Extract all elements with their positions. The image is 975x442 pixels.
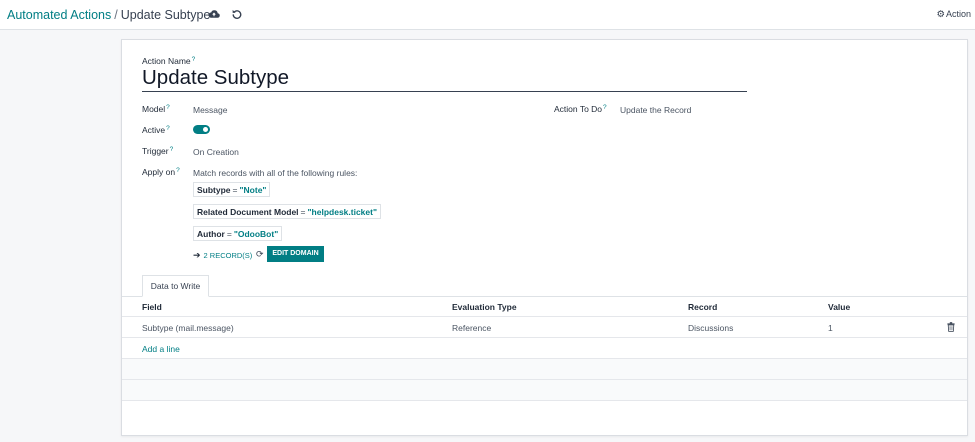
domain-rule-subtype[interactable]: Subtype = "Note" [193, 182, 271, 197]
empty-table-row [122, 359, 967, 380]
control-panel: Automated Actions / Update Subtype ⚙Action [0, 0, 975, 30]
help-tooltip-icon[interactable]: ? [170, 146, 174, 153]
action-name-label: Action Name? [142, 56, 196, 66]
records-count-link[interactable]: ➔ 2 RECORD(S) [193, 250, 252, 261]
action-menu-button[interactable]: ⚙Action [936, 9, 971, 20]
table-cell-record[interactable]: Discussions [688, 323, 733, 333]
model-label: Model? [142, 104, 170, 114]
help-tooltip-icon[interactable]: ? [166, 104, 170, 111]
active-label: Active? [142, 125, 170, 135]
help-tooltip-icon[interactable]: ? [192, 56, 196, 63]
breadcrumb: Automated Actions / Update Subtype [7, 8, 210, 22]
breadcrumb-parent-link[interactable]: Automated Actions [7, 8, 111, 22]
table-cell-value[interactable]: 1 [828, 323, 833, 333]
active-toggle[interactable] [193, 125, 210, 134]
form-sheet: Action Name? Update Subtype Model? Messa… [121, 39, 968, 436]
cloud-upload-icon[interactable] [208, 8, 220, 20]
refresh-icon[interactable]: ⟳ [256, 249, 264, 260]
column-header-evaluation-type[interactable]: Evaluation Type [452, 302, 517, 312]
arrow-right-icon: ➔ [193, 250, 201, 260]
trash-icon[interactable] [947, 322, 955, 332]
domain-rule-value: "Note" [239, 185, 267, 195]
help-tooltip-icon[interactable]: ? [176, 167, 180, 174]
trigger-label: Trigger? [142, 146, 174, 156]
undo-icon[interactable] [231, 8, 243, 20]
action-name-underline [142, 91, 747, 92]
records-count-label: 2 RECORD(S) [203, 251, 253, 260]
add-a-line-link[interactable]: Add a line [142, 344, 180, 354]
breadcrumb-current: Update Subtype [120, 8, 211, 22]
domain-rule-field: Author [197, 229, 225, 239]
table-cell-field[interactable]: Subtype (mail.message) [142, 323, 234, 333]
column-header-value[interactable]: Value [828, 302, 850, 312]
gear-icon: ⚙ [936, 9, 945, 20]
apply-on-label: Apply on? [142, 167, 180, 177]
apply-on-intro: Match records with all of the following … [193, 168, 358, 178]
action-to-do-label: Action To Do? [554, 104, 607, 114]
domain-rule-author[interactable]: Author = "OdooBot" [193, 226, 283, 241]
domain-rule-value: "OdooBot" [233, 229, 279, 239]
domain-rule-operator: = [232, 185, 238, 195]
help-tooltip-icon[interactable]: ? [603, 104, 607, 111]
table-header-divider [122, 316, 967, 317]
help-tooltip-icon[interactable]: ? [166, 125, 170, 132]
domain-rule-value: "helpdesk.ticket" [307, 207, 377, 217]
action-name-input[interactable]: Update Subtype [142, 66, 289, 90]
tab-data-to-write[interactable]: Data to Write [142, 275, 209, 297]
domain-rule-field: Subtype [197, 185, 231, 195]
action-to-do-value[interactable]: Update the Record [620, 105, 691, 115]
domain-rule-related-model[interactable]: Related Document Model = "helpdesk.ticket" [193, 204, 381, 219]
edit-domain-button[interactable]: EDIT DOMAIN [267, 246, 324, 262]
breadcrumb-separator: / [114, 8, 118, 22]
model-value[interactable]: Message [193, 105, 228, 115]
column-header-field[interactable]: Field [142, 302, 162, 312]
table-row-divider [122, 337, 967, 338]
table-bottom-divider [122, 400, 967, 401]
table-cell-evaluation-type[interactable]: Reference [452, 323, 491, 333]
trigger-value[interactable]: On Creation [193, 147, 239, 157]
domain-rule-operator: = [300, 207, 306, 217]
empty-table-row [122, 380, 967, 401]
domain-rule-field: Related Document Model [197, 207, 299, 217]
column-header-record[interactable]: Record [688, 302, 717, 312]
action-menu-label: Action [945, 9, 971, 19]
domain-rule-operator: = [226, 229, 232, 239]
tab-divider [122, 296, 967, 297]
